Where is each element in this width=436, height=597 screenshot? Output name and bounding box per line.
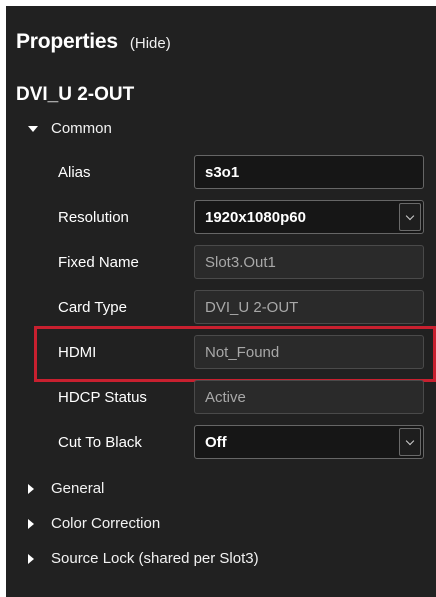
hdmi-highlight-box: [34, 326, 436, 382]
card-type-label: Card Type: [58, 299, 127, 316]
panel-title: Properties: [16, 30, 118, 53]
resolution-value: 1920x1080p60: [205, 208, 306, 226]
chevron-down-icon: [405, 436, 415, 445]
fixed-name-field: Slot3.Out1: [194, 245, 424, 279]
group-common-header[interactable]: Common: [28, 120, 112, 137]
group-color-correction-header[interactable]: Color Correction: [28, 515, 160, 532]
resolution-dropdown-button[interactable]: [399, 203, 421, 231]
group-source-lock-label: Source Lock (shared per Slot3): [51, 550, 259, 567]
hdcp-status-label: HDCP Status: [58, 389, 147, 406]
fixed-name-value: Slot3.Out1: [205, 253, 276, 271]
alias-value: s3o1: [205, 163, 240, 181]
cut-to-black-dropdown-button[interactable]: [399, 428, 421, 456]
triangle-down-icon: [28, 125, 38, 132]
alias-label: Alias: [58, 164, 91, 181]
triangle-right-icon: [28, 553, 34, 564]
cut-to-black-label: Cut To Black: [58, 434, 142, 451]
group-general-label: General: [51, 480, 105, 497]
chevron-down-icon: [405, 211, 415, 220]
triangle-right-icon: [28, 483, 34, 494]
hdcp-status-field: Active: [194, 380, 424, 414]
card-type-value: DVI_U 2-OUT: [205, 298, 299, 316]
cut-to-black-dropdown[interactable]: Off: [194, 425, 424, 459]
group-color-correction-label: Color Correction: [51, 515, 161, 532]
properties-header: Properties (Hide): [16, 30, 171, 54]
fixed-name-label: Fixed Name: [58, 254, 139, 271]
card-type-field: DVI_U 2-OUT: [194, 290, 424, 324]
resolution-dropdown[interactable]: 1920x1080p60: [194, 200, 424, 234]
properties-panel: Properties (Hide) DVI_U 2-OUT Common Ali…: [6, 6, 436, 597]
hide-link[interactable]: (Hide): [130, 35, 171, 52]
device-name: DVI_U 2-OUT: [16, 84, 135, 105]
hdcp-status-value: Active: [205, 388, 246, 406]
triangle-right-icon: [28, 518, 34, 529]
group-common-label: Common: [51, 120, 112, 137]
group-general-header[interactable]: General: [28, 480, 104, 497]
group-source-lock-header[interactable]: Source Lock (shared per Slot3): [28, 550, 259, 567]
cut-to-black-value: Off: [205, 433, 227, 451]
resolution-label: Resolution: [58, 209, 129, 226]
alias-input[interactable]: s3o1: [194, 155, 424, 189]
